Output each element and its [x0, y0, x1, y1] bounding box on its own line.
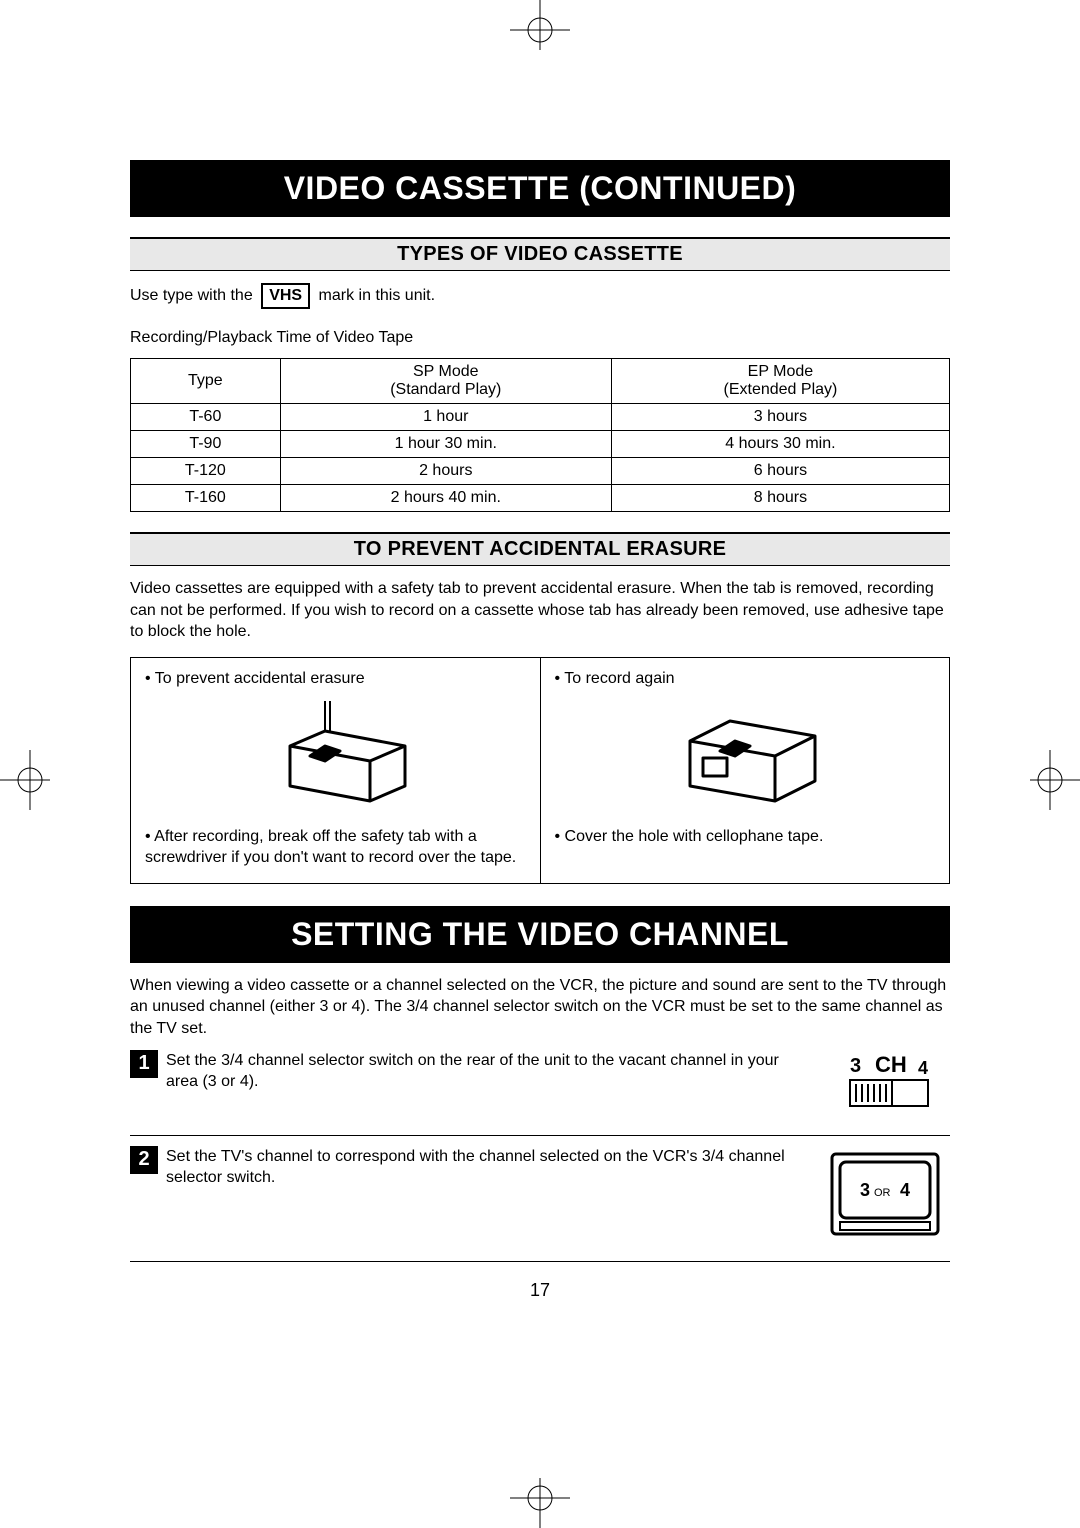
cell-ep: 4 hours 30 min. — [611, 431, 949, 458]
header-sp: SP Mode (Standard Play) — [280, 359, 611, 404]
right-bullet-1: • To record again — [555, 668, 936, 690]
cassette-tape-hole-icon — [665, 696, 825, 816]
section-erasure: TO PREVENT ACCIDENTAL ERASURE — [130, 532, 950, 566]
switch-3: 3 — [850, 1055, 861, 1077]
erasure-right-col: • To record again • Cover the hole with … — [540, 658, 950, 883]
cell-type: T-60 — [131, 404, 281, 431]
use-type-line: Use type with the VHS mark in this unit. — [130, 283, 950, 309]
cell-type: T-120 — [131, 458, 281, 485]
section-types: TYPES OF VIDEO CASSETTE — [130, 237, 950, 271]
step-2-badge: 2 — [130, 1146, 158, 1174]
cell-type: T-160 — [131, 485, 281, 512]
header-type: Type — [131, 359, 281, 404]
table-row: T-90 1 hour 30 min. 4 hours 30 min. — [131, 431, 950, 458]
cell-ep: 6 hours — [611, 458, 949, 485]
cell-ep: 8 hours — [611, 485, 949, 512]
step-2-text: Set the TV's channel to correspond with … — [166, 1146, 810, 1189]
cell-sp: 2 hours 40 min. — [280, 485, 611, 512]
table-row: T-60 1 hour 3 hours — [131, 404, 950, 431]
use-type-pre: Use type with the — [130, 287, 253, 304]
header-ep: EP Mode (Extended Play) — [611, 359, 949, 404]
svg-text:4: 4 — [900, 1180, 910, 1200]
svg-text:3: 3 — [860, 1180, 870, 1200]
erasure-left-col: • To prevent accidental erasure • After … — [131, 658, 540, 883]
cell-ep: 3 hours — [611, 404, 949, 431]
use-type-post: mark in this unit. — [319, 287, 435, 304]
table-row: T-160 2 hours 40 min. 8 hours — [131, 485, 950, 512]
cell-sp: 1 hour — [280, 404, 611, 431]
erasure-paragraph: Video cassettes are equipped with a safe… — [130, 578, 950, 643]
svg-text:OR: OR — [874, 1187, 891, 1199]
cassette-break-tab-icon — [255, 696, 415, 816]
table-row: T-120 2 hours 6 hours — [131, 458, 950, 485]
banner-video-channel: SETTING THE VIDEO CHANNEL — [130, 906, 950, 963]
cell-sp: 2 hours — [280, 458, 611, 485]
step-1-row: 1 Set the 3/4 channel selector switch on… — [130, 1040, 950, 1136]
header-sp-a: SP Mode — [413, 363, 479, 380]
table-header-row: Type SP Mode (Standard Play) EP Mode (Ex… — [131, 359, 950, 404]
banner-video-cassette: VIDEO CASSETTE (CONTINUED) — [130, 160, 950, 217]
cell-sp: 1 hour 30 min. — [280, 431, 611, 458]
step-1-badge: 1 — [130, 1050, 158, 1078]
switch-4: 4 — [918, 1058, 928, 1078]
cell-type: T-90 — [131, 431, 281, 458]
step-1-text: Set the 3/4 channel selector switch on t… — [166, 1050, 810, 1093]
header-ep-b: (Extended Play) — [724, 381, 838, 398]
left-bullet-1: • To prevent accidental erasure — [145, 668, 526, 690]
step-2-row: 2 Set the TV's channel to correspond wit… — [130, 1136, 950, 1262]
tv-set-icon: 3 OR 4 — [820, 1146, 950, 1251]
left-bullet-2: • After recording, break off the safety … — [145, 826, 526, 869]
tape-time-table: Type SP Mode (Standard Play) EP Mode (Ex… — [130, 358, 950, 512]
channel-switch-icon: 3 CH 4 — [820, 1050, 950, 1125]
erasure-diagram-box: • To prevent accidental erasure • After … — [130, 657, 950, 884]
table-caption: Recording/Playback Time of Video Tape — [130, 327, 950, 349]
vhs-logo: VHS — [261, 283, 310, 309]
header-ep-a: EP Mode — [748, 363, 814, 380]
page-number: 17 — [130, 1280, 950, 1301]
channel-paragraph: When viewing a video cassette or a chann… — [130, 975, 950, 1040]
header-sp-b: (Standard Play) — [390, 381, 501, 398]
switch-ch: CH — [875, 1052, 907, 1077]
right-bullet-2: • Cover the hole with cellophane tape. — [555, 826, 936, 848]
